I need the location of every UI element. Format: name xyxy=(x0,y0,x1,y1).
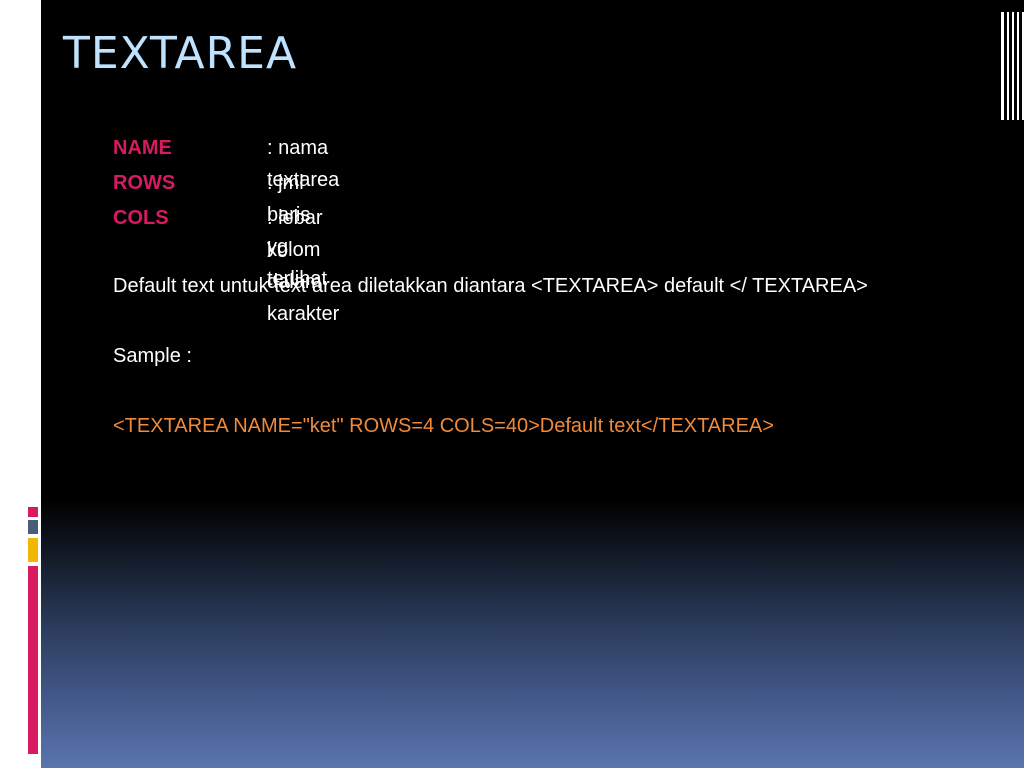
accent-bar-pink-long xyxy=(28,566,38,754)
left-margin xyxy=(0,0,41,768)
accent-bar-yellow xyxy=(28,538,38,562)
attribute-key: COLS xyxy=(113,207,169,229)
sample-code: <TEXTAREA NAME="ket" ROWS=4 COLS=40>Defa… xyxy=(113,415,774,437)
attribute-description: : lebar kolom dalam karakter xyxy=(267,207,340,325)
attribute-key: ROWS xyxy=(113,172,176,194)
default-text-paragraph: Default text untuk text area diletakkan … xyxy=(113,275,868,297)
accent-bar-slate xyxy=(28,520,38,534)
vertical-stripes-decoration-icon xyxy=(1001,12,1024,120)
slide: TEXTAREA NAME : nama textarea ROWS : jml… xyxy=(41,0,1024,768)
sample-label: Sample : xyxy=(113,345,192,367)
slide-title: TEXTAREA xyxy=(63,28,298,79)
accent-bar-pink-top xyxy=(28,507,38,517)
attribute-key: NAME xyxy=(113,137,172,159)
